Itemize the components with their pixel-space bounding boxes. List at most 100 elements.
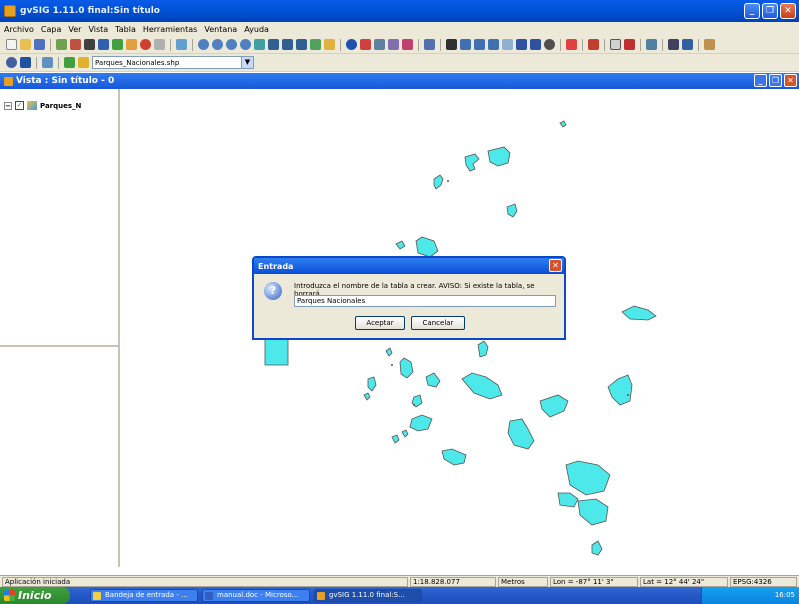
target-icon[interactable] bbox=[140, 39, 151, 50]
menu-herramientas[interactable]: Herramientas bbox=[143, 25, 198, 34]
dialog-titlebar[interactable]: Entrada ✕ bbox=[254, 258, 564, 274]
clock[interactable]: 16:05 bbox=[775, 591, 795, 599]
globe-icon[interactable] bbox=[254, 39, 265, 50]
layout-icon[interactable] bbox=[610, 39, 621, 50]
menu-tabla[interactable]: Tabla bbox=[115, 25, 136, 34]
filter-icon[interactable] bbox=[566, 39, 577, 50]
graphics-icon[interactable] bbox=[402, 39, 413, 50]
measure-icon[interactable] bbox=[360, 39, 371, 50]
park-polygon bbox=[539, 394, 569, 418]
pencil-icon[interactable] bbox=[126, 39, 137, 50]
question-icon: ? bbox=[264, 282, 282, 300]
toolbar-separator bbox=[170, 38, 171, 51]
scale-field[interactable]: 1:18.828.077 bbox=[410, 577, 496, 587]
select-rect-icon[interactable] bbox=[460, 39, 471, 50]
accept-button[interactable]: Aceptar bbox=[355, 316, 405, 330]
information-icon[interactable] bbox=[346, 39, 357, 50]
taskbar-item-gvsig[interactable]: gvSIG 1.11.0 final:S... bbox=[314, 589, 422, 602]
toc-layer-item[interactable]: − ✓ Parques_N bbox=[4, 101, 81, 110]
layer-list-icon[interactable] bbox=[78, 57, 89, 68]
overview-icon[interactable] bbox=[20, 57, 31, 68]
view-maximize-button[interactable]: ❐ bbox=[769, 74, 782, 87]
link-icon[interactable] bbox=[646, 39, 657, 50]
view-titlebar[interactable]: Vista : Sin título - 0 _ ❐ ✕ bbox=[0, 73, 799, 89]
taskbar-item-word[interactable]: manual.doc - Microso... bbox=[202, 589, 310, 602]
task-label: manual.doc - Microso... bbox=[217, 591, 299, 599]
move-icon[interactable] bbox=[112, 39, 123, 50]
select-layer-icon[interactable] bbox=[488, 39, 499, 50]
latitude-readout: Lat = 12° 44' 24" bbox=[640, 577, 728, 587]
table-icon[interactable] bbox=[588, 39, 599, 50]
view-minimize-button[interactable]: _ bbox=[754, 74, 767, 87]
menu-ayuda[interactable]: Ayuda bbox=[244, 25, 269, 34]
taskbar-item-inbox[interactable]: Bandeja de entrada - ... bbox=[90, 589, 198, 602]
secondary-toolbar: Parques_Nacionales.shp ▼ bbox=[0, 54, 799, 72]
park-polygon bbox=[395, 240, 406, 250]
pan-icon[interactable] bbox=[296, 39, 307, 50]
chevron-down-icon[interactable]: ▼ bbox=[241, 57, 253, 68]
layer-dropdown[interactable]: Parques_Nacionales.shp ▼ bbox=[92, 56, 254, 69]
select-all-icon[interactable] bbox=[502, 39, 513, 50]
view-close-button[interactable]: ✕ bbox=[784, 74, 797, 87]
gvsig-app-icon bbox=[4, 5, 16, 17]
info-icon[interactable] bbox=[324, 39, 335, 50]
inverse-select-icon[interactable] bbox=[530, 39, 541, 50]
menu-capa[interactable]: Capa bbox=[41, 25, 61, 34]
zoom-in-icon[interactable] bbox=[198, 39, 209, 50]
refresh-icon[interactable] bbox=[310, 39, 321, 50]
menu-vista[interactable]: Vista bbox=[88, 25, 108, 34]
zoom-tool-icon[interactable] bbox=[6, 57, 17, 68]
status-bar: Aplicación iniciada 1:18.828.077 Metros … bbox=[0, 575, 799, 587]
add-layer-icon[interactable] bbox=[56, 39, 67, 50]
park-polygon bbox=[487, 146, 511, 167]
edit-layer-icon[interactable] bbox=[64, 57, 75, 68]
save-icon[interactable] bbox=[34, 39, 45, 50]
park-polygon bbox=[433, 174, 444, 190]
close-button[interactable]: ✕ bbox=[780, 3, 796, 19]
open-folder-icon[interactable] bbox=[20, 39, 31, 50]
window-titlebar[interactable]: gvSIG 1.11.0 final:Sin título _ ❐ ✕ bbox=[0, 0, 799, 22]
table-name-input[interactable]: Parques Nacionales bbox=[294, 295, 556, 307]
print-icon[interactable] bbox=[668, 39, 679, 50]
grid-icon[interactable] bbox=[84, 39, 95, 50]
menu-ver[interactable]: Ver bbox=[68, 25, 81, 34]
collapse-icon[interactable]: − bbox=[4, 101, 12, 110]
units-select[interactable]: Metros bbox=[498, 577, 548, 587]
dialog-close-button[interactable]: ✕ bbox=[549, 259, 562, 272]
zoom-prev-icon[interactable] bbox=[282, 39, 293, 50]
select-poly-icon[interactable] bbox=[474, 39, 485, 50]
dialog-title: Entrada bbox=[258, 261, 294, 271]
menu-ventana[interactable]: Ventana bbox=[204, 25, 237, 34]
hyperlink-icon[interactable] bbox=[388, 39, 399, 50]
remove-layer-icon[interactable] bbox=[70, 39, 81, 50]
cancel-button[interactable]: Cancelar bbox=[411, 316, 465, 330]
toolbar-separator bbox=[662, 38, 663, 51]
minimize-button[interactable]: _ bbox=[744, 3, 760, 19]
zoom-out-icon[interactable] bbox=[212, 39, 223, 50]
start-button[interactable]: Inicio bbox=[0, 587, 70, 604]
frame-icon[interactable] bbox=[154, 39, 165, 50]
layer-visibility-checkbox[interactable]: ✓ bbox=[15, 101, 24, 110]
project-icon[interactable] bbox=[704, 39, 715, 50]
main-toolbar bbox=[0, 36, 799, 54]
area-icon[interactable] bbox=[374, 39, 385, 50]
zoom-select-icon[interactable] bbox=[226, 39, 237, 50]
toolbar-separator bbox=[36, 56, 37, 69]
locator-map[interactable] bbox=[0, 345, 120, 567]
zoom-extent-icon[interactable] bbox=[268, 39, 279, 50]
select-icon[interactable] bbox=[446, 39, 457, 50]
select-circle-icon[interactable] bbox=[516, 39, 527, 50]
layer-props-icon[interactable] bbox=[42, 57, 53, 68]
find-icon[interactable] bbox=[682, 39, 693, 50]
park-polygon bbox=[415, 236, 439, 258]
locator-icon[interactable] bbox=[98, 39, 109, 50]
restore-button[interactable]: ❐ bbox=[762, 3, 778, 19]
menu-archivo[interactable]: Archivo bbox=[4, 25, 34, 34]
zoom-layer-icon[interactable] bbox=[240, 39, 251, 50]
percent-icon[interactable] bbox=[624, 39, 635, 50]
edit-icon[interactable] bbox=[176, 39, 187, 50]
arrow-icon[interactable] bbox=[424, 39, 435, 50]
new-document-icon[interactable] bbox=[6, 39, 17, 50]
view-icon bbox=[4, 76, 13, 86]
clear-select-icon[interactable] bbox=[544, 39, 555, 50]
